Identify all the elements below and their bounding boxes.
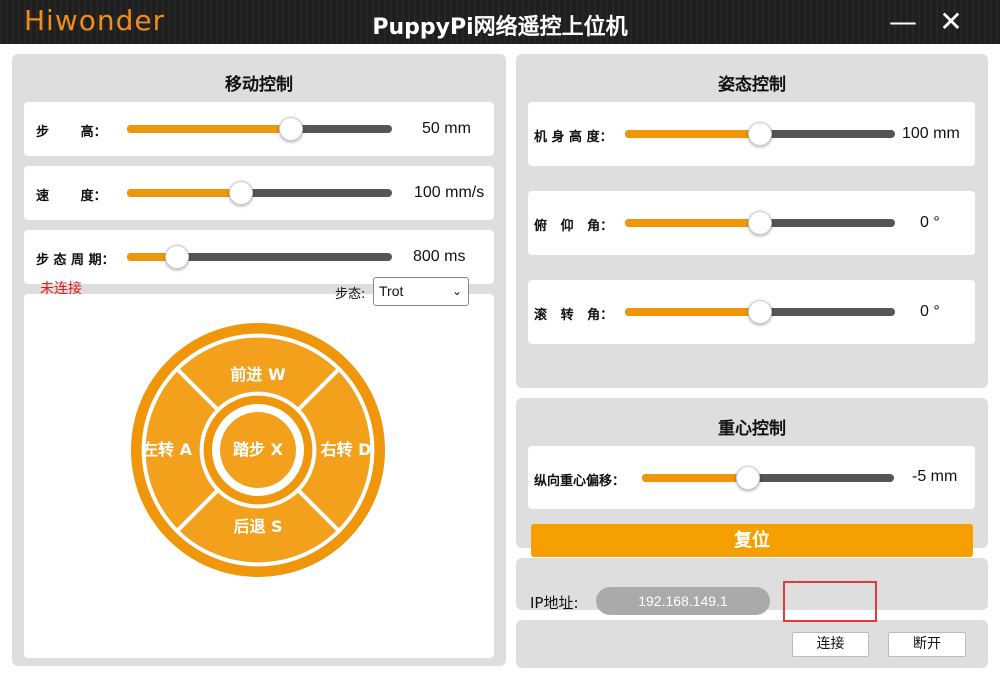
roll-card: 滚 转 角： 0 ° (528, 280, 975, 344)
slider-thumb[interactable] (228, 181, 253, 205)
body-height-card: 机 身 高 度： 100 mm (528, 102, 975, 166)
chevron-down-icon: ⌄ (451, 284, 462, 298)
body-height-label: 机 身 高 度： (534, 130, 613, 145)
reset-button[interactable]: 复位 (531, 524, 973, 557)
step-height-value: 50 mm (422, 120, 471, 137)
connect-button-highlight (783, 581, 877, 622)
slider-fill (625, 130, 760, 138)
pitch-label: 俯 仰 角： (534, 219, 614, 234)
connection-status: 未连接 (40, 281, 82, 297)
motion-control-title: 移动控制 (225, 75, 293, 95)
pitch-card: 俯 仰 角： 0 ° (528, 191, 975, 255)
gravity-offset-label: 纵向重心偏移： (534, 474, 626, 489)
slider-thumb[interactable] (165, 245, 190, 269)
speed-label: 速 度： (36, 189, 107, 204)
ip-address-field[interactable]: 192.168.149.1 (596, 587, 770, 615)
posture-control-panel: 姿态控制 机 身 高 度： 100 mm 俯 仰 角： 0 ° 滚 转 角： 0… (516, 54, 988, 388)
disconnect-button[interactable]: 断开 (888, 632, 966, 657)
posture-control-title: 姿态控制 (718, 75, 786, 95)
pitch-slider[interactable] (625, 211, 895, 235)
pad-forward-label: 前进 W (230, 365, 286, 384)
gravity-control-title: 重心控制 (718, 419, 786, 439)
pad-back-label: 后退 S (233, 517, 282, 536)
direction-pad: 前进 W 后退 S 左转 A 右转 D 踏步 X (131, 323, 385, 577)
speed-slider[interactable] (127, 181, 392, 205)
speed-value: 100 mm/s (414, 184, 485, 201)
close-button[interactable]: ✕ (934, 6, 968, 38)
step-height-label: 步 高： (36, 125, 107, 140)
minimize-button[interactable]: — (886, 6, 920, 38)
slider-thumb[interactable] (735, 466, 760, 490)
gait-label: 步态: (335, 287, 366, 302)
gravity-offset-value: -5 mm (912, 468, 958, 485)
ip-label: IP地址: (530, 594, 579, 612)
connect-button[interactable]: 连接 (792, 632, 869, 657)
gait-period-slider[interactable] (127, 245, 392, 269)
gait-select-value: Trot (379, 283, 404, 299)
slider-fill (625, 219, 760, 227)
slider-thumb[interactable] (748, 300, 772, 324)
gravity-offset-card: 纵向重心偏移： -5 mm (528, 446, 975, 509)
gait-period-value: 800 ms (413, 248, 466, 265)
slider-thumb[interactable] (748, 211, 772, 235)
roll-value: 0 ° (920, 303, 940, 320)
body-height-slider[interactable] (625, 122, 895, 146)
slider-fill (127, 125, 292, 133)
roll-label: 滚 转 角： (534, 308, 614, 323)
pad-center-button[interactable]: 踏步 X (212, 404, 304, 496)
step-height-card: 步 高： 50 mm (24, 102, 494, 156)
gait-period-label: 步 态 周 期： (36, 253, 115, 268)
pitch-value: 0 ° (920, 214, 940, 231)
pad-right-label: 右转 D (321, 440, 372, 459)
roll-slider[interactable] (625, 300, 895, 324)
gait-period-card: 步 态 周 期： 800 ms (24, 230, 494, 284)
slider-fill (642, 474, 748, 482)
speed-card: 速 度： 100 mm/s (24, 166, 494, 220)
title-bar: Hiwonder PuppyPi网络遥控上位机 — ✕ (0, 0, 1000, 44)
pad-left-label: 左转 A (141, 440, 193, 459)
window-title: PuppyPi网络遥控上位机 (372, 15, 628, 40)
slider-fill (625, 308, 760, 316)
slider-thumb[interactable] (748, 122, 772, 146)
slider-thumb[interactable] (279, 117, 304, 141)
slider-fill (127, 189, 241, 197)
pad-center-label: 踏步 X (233, 440, 284, 459)
body-height-value: 100 mm (902, 125, 960, 142)
gravity-offset-slider[interactable] (642, 466, 894, 490)
step-height-slider[interactable] (127, 117, 392, 141)
gait-select[interactable]: Trot ⌄ (373, 277, 469, 306)
